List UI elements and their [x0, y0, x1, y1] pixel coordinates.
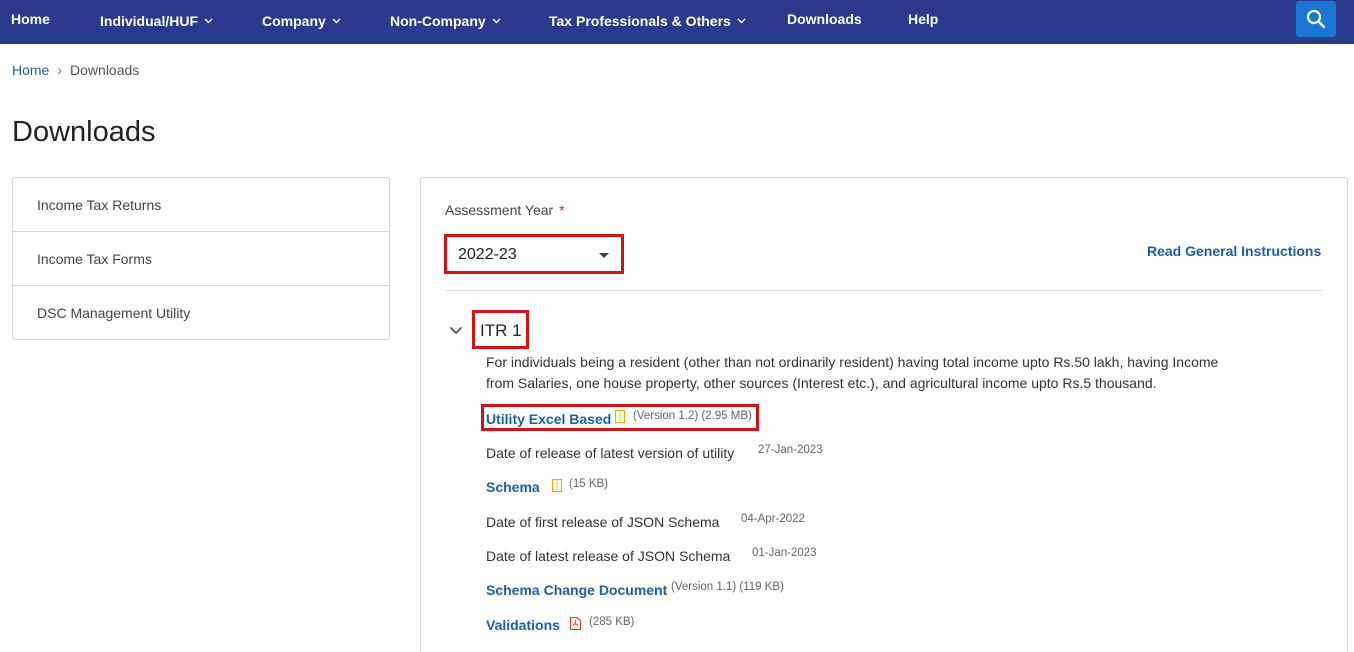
first-json-date: 04-Apr-2022 — [741, 513, 805, 525]
latest-json-date: 01-Jan-2023 — [752, 547, 817, 559]
search-icon — [1306, 9, 1326, 29]
caret-down-icon — [599, 253, 609, 258]
sidebar-item-dsc-management-utility[interactable]: DSC Management Utility — [13, 286, 389, 340]
zip-file-icon — [615, 410, 625, 428]
nav-non-company[interactable]: Non-Company — [390, 0, 501, 44]
breadcrumb-separator-icon: › — [57, 62, 63, 78]
first-json-row: Date of first release of JSON Schema — [486, 514, 719, 530]
required-asterisk: * — [559, 202, 565, 218]
nav-help-label: Help — [908, 11, 939, 27]
assessment-year-value: 2022-23 — [458, 246, 517, 263]
release-date-row: Date of release of latest version of uti… — [486, 445, 734, 461]
itr-1-section-header[interactable]: ITR 1 — [472, 310, 529, 349]
sidebar-item-label: Income Tax Returns — [37, 197, 162, 213]
nav-help[interactable]: Help — [908, 0, 938, 44]
chevron-down-icon — [492, 0, 501, 38]
nav-non-company-label: Non-Company — [390, 13, 486, 29]
nav-tax-professionals[interactable]: Tax Professionals & Others — [549, 0, 746, 44]
chevron-down-icon — [737, 0, 746, 38]
latest-json-row: Date of latest release of JSON Schema — [486, 548, 730, 564]
schema-meta: (15 KB) — [569, 478, 608, 490]
sidebar-item-label: DSC Management Utility — [37, 305, 191, 321]
schema-change-meta: (Version 1.1) (119 KB) — [671, 581, 784, 593]
validations-link[interactable]: Validations — [486, 617, 560, 633]
section-divider — [446, 290, 1323, 291]
top-navigation-bar: Home Individual/HUF Company Non-Company … — [0, 0, 1354, 44]
nav-individual-huf-label: Individual/HUF — [100, 13, 198, 29]
schema-change-document-link[interactable]: Schema Change Document — [486, 582, 667, 598]
nav-downloads[interactable]: Downloads — [787, 0, 862, 44]
latest-json-label: Date of latest release of JSON Schema — [486, 548, 731, 564]
chevron-down-icon[interactable] — [449, 322, 463, 340]
first-json-label: Date of first release of JSON Schema — [486, 514, 720, 530]
breadcrumb: Home › Downloads — [12, 62, 139, 78]
nav-home-label: Home — [11, 11, 50, 27]
sidebar-item-income-tax-forms[interactable]: Income Tax Forms — [13, 232, 389, 286]
validations-row: Validations — [486, 617, 560, 633]
nav-tax-professionals-label: Tax Professionals & Others — [549, 13, 731, 29]
release-date-value: 27-Jan-2023 — [758, 444, 823, 456]
zip-file-icon — [552, 479, 562, 497]
assessment-year-label-text: Assessment Year — [445, 202, 554, 218]
schema-change-row: Schema Change Document — [486, 582, 667, 598]
chevron-down-icon — [332, 0, 341, 38]
schema-link[interactable]: Schema — [486, 479, 540, 495]
validations-meta: (285 KB) — [589, 616, 635, 628]
breadcrumb-home-link[interactable]: Home — [12, 62, 49, 78]
sidebar-item-income-tax-returns[interactable]: Income Tax Returns — [13, 178, 389, 232]
nav-individual-huf[interactable]: Individual/HUF — [100, 0, 213, 44]
read-general-instructions-link[interactable]: Read General Instructions — [1147, 243, 1321, 259]
assessment-year-select[interactable]: 2022-23 — [444, 234, 624, 274]
utility-row: Utility Excel Based — [486, 411, 611, 427]
schema-row: Schema — [486, 479, 540, 495]
nav-company-label: Company — [262, 13, 326, 29]
nav-downloads-label: Downloads — [787, 11, 862, 27]
chevron-down-icon — [204, 0, 213, 38]
page-title: Downloads — [12, 116, 156, 148]
assessment-year-label: Assessment Year * — [445, 202, 565, 218]
sidebar-item-label: Income Tax Forms — [37, 251, 152, 267]
itr-1-title: ITR 1 — [480, 321, 522, 340]
itr-1-description: For individuals being a resident (other … — [486, 354, 1219, 391]
sidebar-menu: Income Tax Returns Income Tax Forms DSC … — [12, 177, 390, 340]
search-button[interactable] — [1296, 1, 1336, 37]
breadcrumb-current: Downloads — [70, 62, 140, 78]
utility-meta: (Version 1.2) (2.95 MB) — [633, 410, 752, 422]
nav-home[interactable]: Home — [11, 0, 50, 44]
nav-company[interactable]: Company — [262, 0, 341, 44]
release-date-label: Date of release of latest version of uti… — [486, 445, 735, 461]
utility-excel-based-link[interactable]: Utility Excel Based — [486, 411, 611, 427]
pdf-file-icon — [570, 617, 581, 635]
